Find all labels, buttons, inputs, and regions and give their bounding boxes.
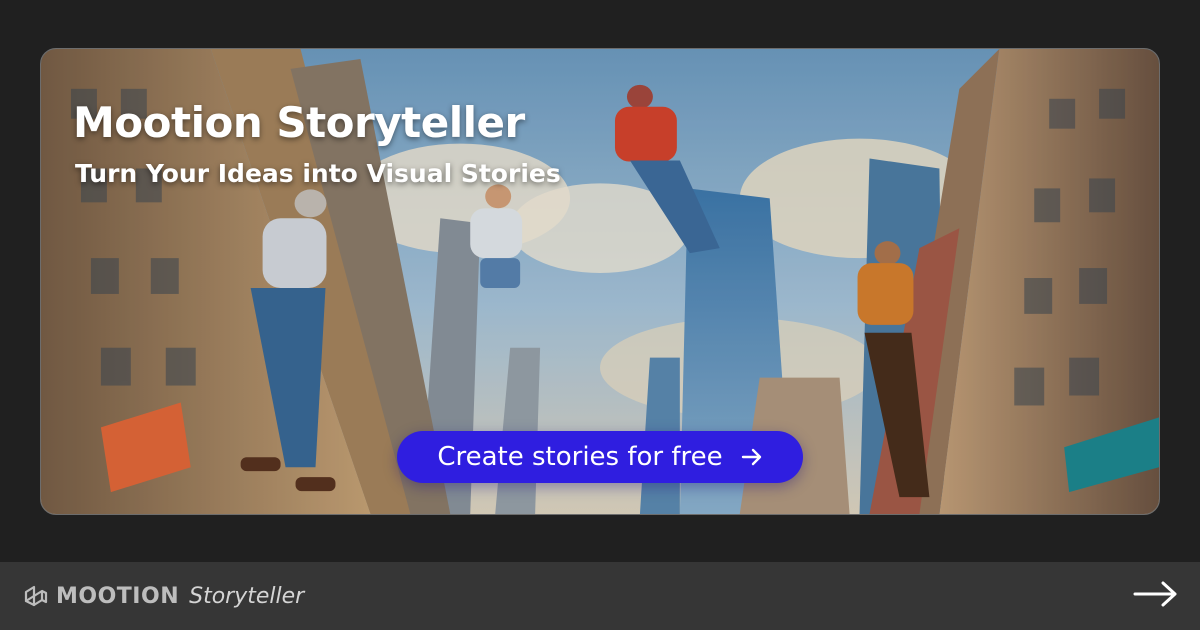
arrow-right-icon bbox=[1132, 578, 1180, 614]
footer-bar: MOOTION Storyteller bbox=[0, 562, 1200, 630]
brand-name: MOOTION bbox=[56, 583, 180, 609]
brand[interactable]: MOOTION Storyteller bbox=[22, 562, 304, 630]
hero-subtitle: Turn Your Ideas into Visual Stories bbox=[75, 159, 561, 188]
mootion-logo-icon bbox=[22, 583, 50, 609]
footer-arrow-button[interactable] bbox=[1132, 576, 1180, 616]
page: Mootion Storyteller Turn Your Ideas into… bbox=[0, 0, 1200, 630]
create-stories-button[interactable]: Create stories for free bbox=[397, 431, 803, 483]
create-stories-button-label: Create stories for free bbox=[437, 442, 723, 472]
hero-card: Mootion Storyteller Turn Your Ideas into… bbox=[40, 48, 1160, 515]
hero-title: Mootion Storyteller bbox=[73, 98, 525, 147]
arrow-right-icon bbox=[741, 447, 763, 467]
brand-product-name: Storyteller bbox=[189, 583, 305, 609]
